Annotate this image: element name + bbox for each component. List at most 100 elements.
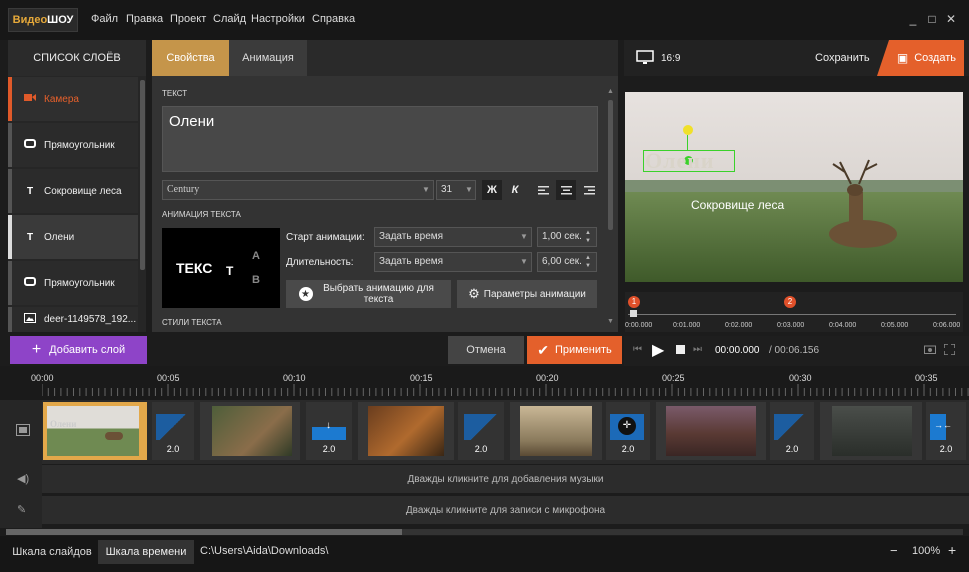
layer-item-camera[interactable]: Камера [8, 77, 138, 121]
marker-2[interactable]: 2 [784, 296, 796, 308]
close-button[interactable]: ✕ [944, 12, 958, 26]
timeline-tick: 00:25 [662, 373, 685, 383]
create-label: Создать [914, 52, 956, 64]
preview-letter: Т [226, 264, 234, 278]
layer-item-rectangle-2[interactable]: Прямоугольник [8, 261, 138, 305]
align-left-icon[interactable] [533, 180, 553, 200]
animation-params-button[interactable]: ⚙ Параметры анимации [457, 280, 597, 308]
layer-item-rectangle-1[interactable]: Прямоугольник [8, 123, 138, 167]
align-center-icon[interactable] [556, 180, 576, 200]
transition[interactable]: 2.0 [458, 402, 504, 460]
font-select[interactable]: Century [162, 180, 434, 200]
apply-label: Применить [554, 344, 612, 356]
clip-deer-title[interactable]: Олени [43, 402, 147, 460]
layer-label: Олени [44, 231, 75, 243]
layer-item-image[interactable]: deer-1149578_192... [8, 307, 138, 332]
choose-animation-button[interactable]: ★ Выбрать анимацию для текста [286, 280, 451, 308]
add-layer-button[interactable]: + Добавить слой [10, 336, 147, 364]
align-right-icon[interactable] [579, 180, 599, 200]
italic-button[interactable]: К [505, 180, 525, 200]
minimize-button[interactable]: _ [906, 12, 920, 26]
text-input[interactable]: Олени [162, 106, 598, 172]
transition-thumb [464, 414, 498, 440]
microphone-track[interactable]: Дважды кликните для записи с микрофона [42, 496, 969, 524]
transition-thumb [156, 414, 190, 440]
layer-item-treasure-text[interactable]: T Сокровище леса [8, 169, 138, 213]
duration-select[interactable]: Задать время [374, 252, 532, 272]
tab-timeline[interactable]: Шкала времени [98, 540, 194, 564]
prev-frame-icon[interactable]: ⏮ [633, 344, 642, 355]
timeline-scroll-thumb[interactable] [6, 529, 402, 535]
transition[interactable]: 2.0 [770, 402, 814, 460]
properties-scrollbar[interactable] [608, 100, 613, 230]
ruler-tick: 0:00.000 [625, 322, 653, 329]
monitor-icon[interactable] [636, 50, 654, 68]
marker-1[interactable]: 1 [628, 296, 640, 308]
transition-thumb: →← [930, 414, 962, 440]
start-select[interactable]: Задать время [374, 227, 532, 247]
menu-file[interactable]: Файл [91, 13, 118, 25]
scroll-up-icon[interactable]: ▲ [607, 88, 614, 95]
tab-properties[interactable]: Свойства [152, 40, 229, 76]
fullscreen-icon[interactable] [943, 343, 956, 358]
zoom-in-button[interactable]: + [948, 542, 956, 558]
stepper-icon[interactable]: ▲ ▼ [585, 229, 591, 245]
transition-duration: 2.0 [474, 444, 488, 454]
playhead[interactable] [630, 310, 637, 317]
canvas-subtitle-text[interactable]: Сокровище леса [691, 198, 784, 212]
canvas-title-text[interactable]: Олени [645, 148, 715, 174]
preview-ruler[interactable]: 1 2 0:00.000 0:01.000 0:02.000 0:03.000 … [625, 292, 963, 332]
timeline-ruler[interactable]: 00:00 00:05 00:10 00:15 00:20 00:25 00:3… [0, 366, 969, 400]
create-button[interactable]: ▣ Создать [877, 40, 964, 76]
apply-button[interactable]: ✔ Применить [527, 336, 622, 364]
music-track[interactable]: Дважды кликните для добавления музыки [42, 465, 969, 493]
gear-icon: ⚙ [468, 286, 480, 301]
snapshot-icon[interactable] [924, 344, 936, 357]
zoom-level: 100% [912, 545, 941, 557]
maximize-button[interactable]: □ [925, 12, 939, 26]
save-button[interactable]: Сохранить [815, 52, 870, 64]
zoom-out-button[interactable]: − [890, 543, 898, 558]
clip[interactable] [510, 402, 602, 460]
cancel-button[interactable]: Отмена [448, 336, 524, 364]
clip[interactable] [200, 402, 300, 460]
rectangle-icon [22, 139, 38, 151]
app-logo: Видео ШОУ [8, 8, 78, 32]
transition[interactable]: ↓ 2.0 [306, 402, 352, 460]
add-layer-label: Добавить слой [49, 344, 126, 356]
ruler-tick: 0:02.000 [725, 322, 753, 329]
stepper-icon[interactable]: ▲ ▼ [585, 254, 591, 270]
bold-button[interactable]: Ж [482, 180, 502, 200]
transition[interactable]: →← 2.0 [926, 402, 966, 460]
clip[interactable] [820, 402, 922, 460]
next-frame-icon[interactable]: ⏭ [693, 344, 702, 355]
timeline-tick: 00:30 [789, 373, 812, 383]
play-icon[interactable]: ▶ [652, 340, 664, 360]
styles-section-title: СТИЛИ ТЕКСТА [162, 318, 222, 327]
animation-preview[interactable]: ТЕКС Т А В [162, 228, 280, 308]
ruler-tick: 0:04.000 [829, 322, 857, 329]
text-icon: T [26, 231, 34, 243]
duration-label: Длительность: [286, 257, 354, 268]
scroll-down-icon[interactable]: ▼ [607, 318, 614, 325]
stop-icon[interactable] [676, 345, 685, 354]
ruler-ticks [42, 384, 969, 396]
preview-canvas[interactable]: Олени Сокровище леса [625, 92, 963, 282]
rotate-handle[interactable] [683, 125, 693, 135]
transition[interactable]: 2.0 [152, 402, 194, 460]
clip[interactable] [656, 402, 766, 460]
transition[interactable]: ✛ 2.0 [606, 402, 650, 460]
tab-animation[interactable]: Анимация [229, 40, 307, 76]
menu-settings[interactable]: Настройки [251, 13, 305, 25]
menu-project[interactable]: Проект [170, 13, 206, 25]
clip[interactable] [358, 402, 454, 460]
menu-edit[interactable]: Правка [126, 13, 163, 25]
layers-scrollbar[interactable] [140, 80, 145, 270]
transition-duration: 2.0 [939, 444, 953, 454]
menu-help[interactable]: Справка [312, 13, 355, 25]
time-total: / 00:06.156 [769, 345, 820, 356]
tab-slides[interactable]: Шкала слайдов [6, 540, 98, 564]
menu-slide[interactable]: Слайд [213, 13, 246, 25]
layer-item-deer-text[interactable]: T Олени [8, 215, 138, 259]
aspect-ratio[interactable]: 16:9 [661, 53, 680, 64]
